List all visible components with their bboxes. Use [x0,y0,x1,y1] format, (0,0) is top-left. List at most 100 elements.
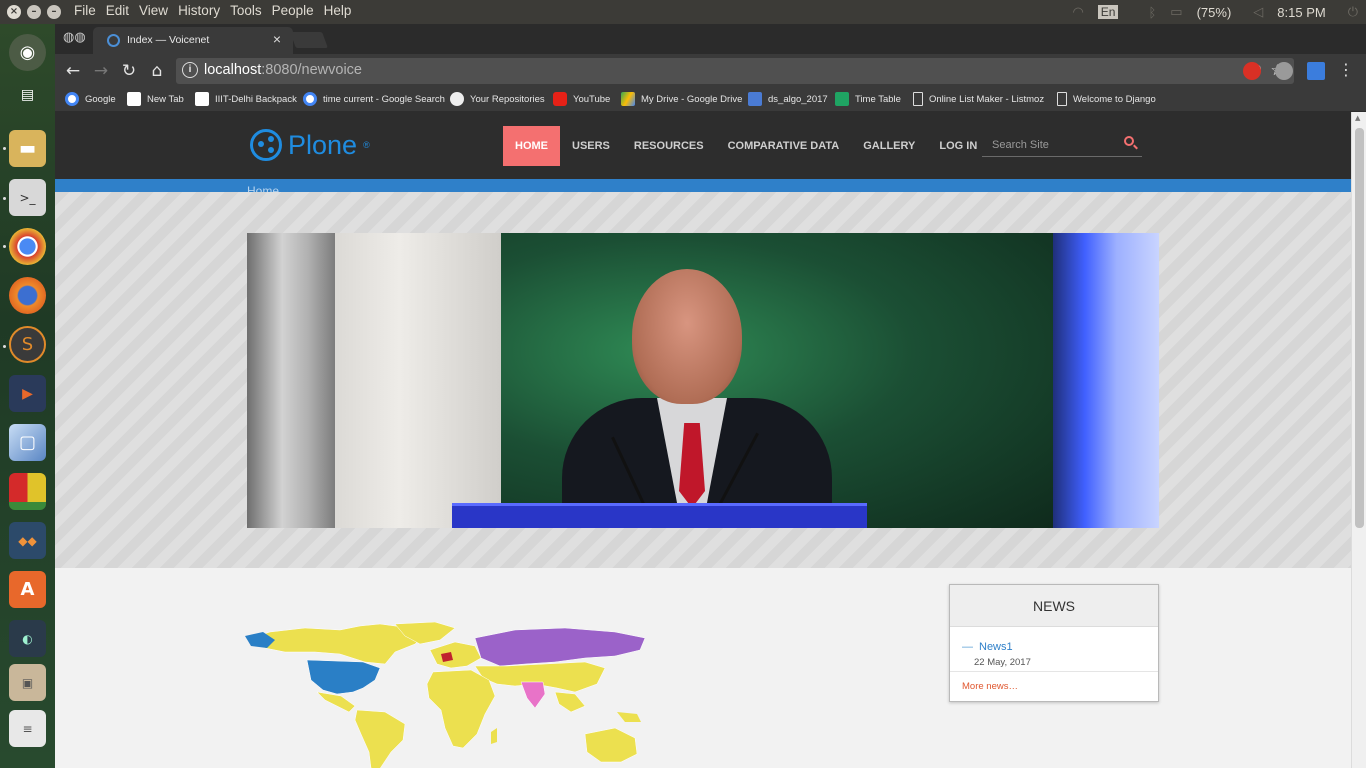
plone-logo-icon [250,129,282,161]
nav-home[interactable]: HOME [503,126,560,166]
site-header: Plone ® HOME USERS RESOURCES COMPARATIVE … [55,112,1351,179]
window-close-icon[interactable]: × [7,5,21,19]
nav-users[interactable]: USERS [560,126,622,166]
chrome-icon[interactable] [9,228,46,265]
news-title[interactable]: NEWS [950,585,1158,627]
logo-text: Plone [288,129,358,160]
web-page: Plone ® HOME USERS RESOURCES COMPARATIVE … [55,112,1351,768]
news-link[interactable]: News1 [979,641,1013,653]
firefox-icon[interactable] [9,277,46,314]
google-icon [65,92,79,106]
bluetooth-icon[interactable]: ᛒ [1148,5,1156,20]
tab-index-voicenet[interactable]: Index — Voicenet × [93,27,293,54]
bookmark-google-drive[interactable]: My Drive - Google Drive [621,92,742,106]
sheets-icon [835,92,849,106]
sublime-icon[interactable]: S [9,326,46,363]
bookmark-backpack[interactable]: IIIT-Delhi Backpack [195,92,297,106]
search-input[interactable] [982,134,1112,156]
bookmark-time-current[interactable]: time current - Google Search [303,92,445,106]
plone-logo[interactable]: Plone ® [250,129,370,161]
system-top-panel: × – – File Edit View History Tools Peopl… [0,0,1366,24]
page-scrollbar[interactable]: ▲ [1351,112,1366,768]
menu-file[interactable]: File [74,3,96,18]
volume-icon[interactable]: ◁ [1253,4,1263,20]
news-item: — News1 22 May, 2017 [950,627,1158,672]
ubuntu-logo-icon[interactable]: ◉ [9,34,46,71]
wifi-icon[interactable]: ◠ [1072,4,1083,20]
browser-menu-icon[interactable]: ⋮ [1338,60,1354,79]
hero-photo [247,233,1159,528]
address-url: localhost:8080/newvoice [204,62,362,78]
power-icon[interactable]: ⏻ [1348,4,1358,20]
back-arrow-icon[interactable]: ← [63,61,83,81]
breadcrumb-bar: Home [55,179,1351,192]
scrollbar-thumb[interactable] [1355,128,1364,528]
clock[interactable]: 8:15 PM [1277,5,1325,20]
address-bar[interactable]: i localhost:8080/newvoice ⚲ ☆ [176,58,1294,84]
extension-adblock-icon[interactable] [1243,62,1261,80]
window-minimize-icon[interactable]: – [27,5,41,19]
menu-help[interactable]: Help [324,3,352,18]
home-icon[interactable]: ⌂ [147,61,167,81]
nav-log-in[interactable]: LOG IN [927,126,989,166]
extension-window-icon[interactable] [1307,62,1325,80]
files-icon[interactable]: ▬ [9,130,46,167]
youtube-icon [553,92,567,106]
page-icon [1057,92,1067,106]
bookmark-ds-algo[interactable]: ds_algo_2017 [748,92,828,106]
search-icon[interactable] [1124,136,1134,146]
menu-people[interactable]: People [272,3,314,18]
keyboard-language-indicator[interactable]: En [1097,5,1119,19]
bookmark-time-table[interactable]: Time Table [835,92,901,106]
virtualbox-icon[interactable]: ▢ [9,424,46,461]
menu-tools[interactable]: Tools [230,3,262,18]
bookmark-repositories[interactable]: Your Repositories [450,92,545,106]
bookmark-new-tab[interactable]: New Tab [127,92,184,106]
main-navigation: HOME USERS RESOURCES COMPARATIVE DATA GA… [503,126,989,166]
logo-trademark: ® [363,140,370,150]
github-icon [450,92,464,106]
extension-pocket-icon[interactable] [1275,62,1293,80]
menu-view[interactable]: View [139,3,168,18]
new-tab-button[interactable] [290,32,328,48]
browser-toolbar: ← → ↻ ⌂ i localhost:8080/newvoice ⚲ ☆ ⋮ [55,54,1366,88]
nav-gallery[interactable]: GALLERY [851,126,927,166]
terminal-icon[interactable]: >_ [9,179,46,216]
workspace-icon[interactable]: ▤ [9,76,46,113]
tab-close-icon[interactable]: × [273,31,281,47]
menu-history[interactable]: History [178,3,220,18]
reload-icon[interactable]: ↻ [119,61,139,81]
battery-icon[interactable]: ▭ [1170,4,1182,20]
tab-title: Index — Voicenet [127,34,210,46]
bookmark-youtube[interactable]: YouTube [553,92,610,106]
site-info-icon[interactable]: i [182,62,198,78]
window-maximize-icon[interactable]: – [47,5,61,19]
files-stack-icon[interactable]: ≡ [9,710,46,747]
software-center-icon[interactable]: A [9,571,46,608]
world-map[interactable] [245,622,650,768]
bookmark-google[interactable]: Google [65,92,116,106]
nav-resources[interactable]: RESOURCES [622,126,716,166]
new-tab-icon [127,92,141,106]
tiles-icon[interactable] [9,473,46,510]
package-icon[interactable]: ◆◆ [9,522,46,559]
news-portlet: NEWS — News1 22 May, 2017 More news… [949,584,1159,702]
bookmark-listmoz[interactable]: Online List Maker - Listmoz [913,92,1044,106]
google-icon [303,92,317,106]
bookmark-django[interactable]: Welcome to Django [1057,92,1156,106]
hero-banner [55,192,1351,568]
toggle-icon[interactable]: ◐ [9,620,46,657]
nav-comparative-data[interactable]: COMPARATIVE DATA [716,126,852,166]
archive-icon[interactable]: ▣ [9,664,46,701]
player-icon[interactable]: ▶ [9,375,46,412]
drive-icon [621,92,635,106]
scroll-up-icon[interactable]: ▲ [1355,114,1360,122]
breadcrumb-home[interactable]: Home [247,184,279,192]
forward-arrow-icon[interactable]: → [91,61,111,81]
menu-edit[interactable]: Edit [106,3,129,18]
page-icon [913,92,923,106]
ubuntu-launcher: ◉ ▤ ▬ >_ S ▶ ▢ ◆◆ A ◐ ▣ ≡ [0,24,55,768]
more-news-link[interactable]: More news… [950,672,1158,701]
news-date: 22 May, 2017 [974,657,1031,668]
plone-favicon-icon [107,34,120,47]
